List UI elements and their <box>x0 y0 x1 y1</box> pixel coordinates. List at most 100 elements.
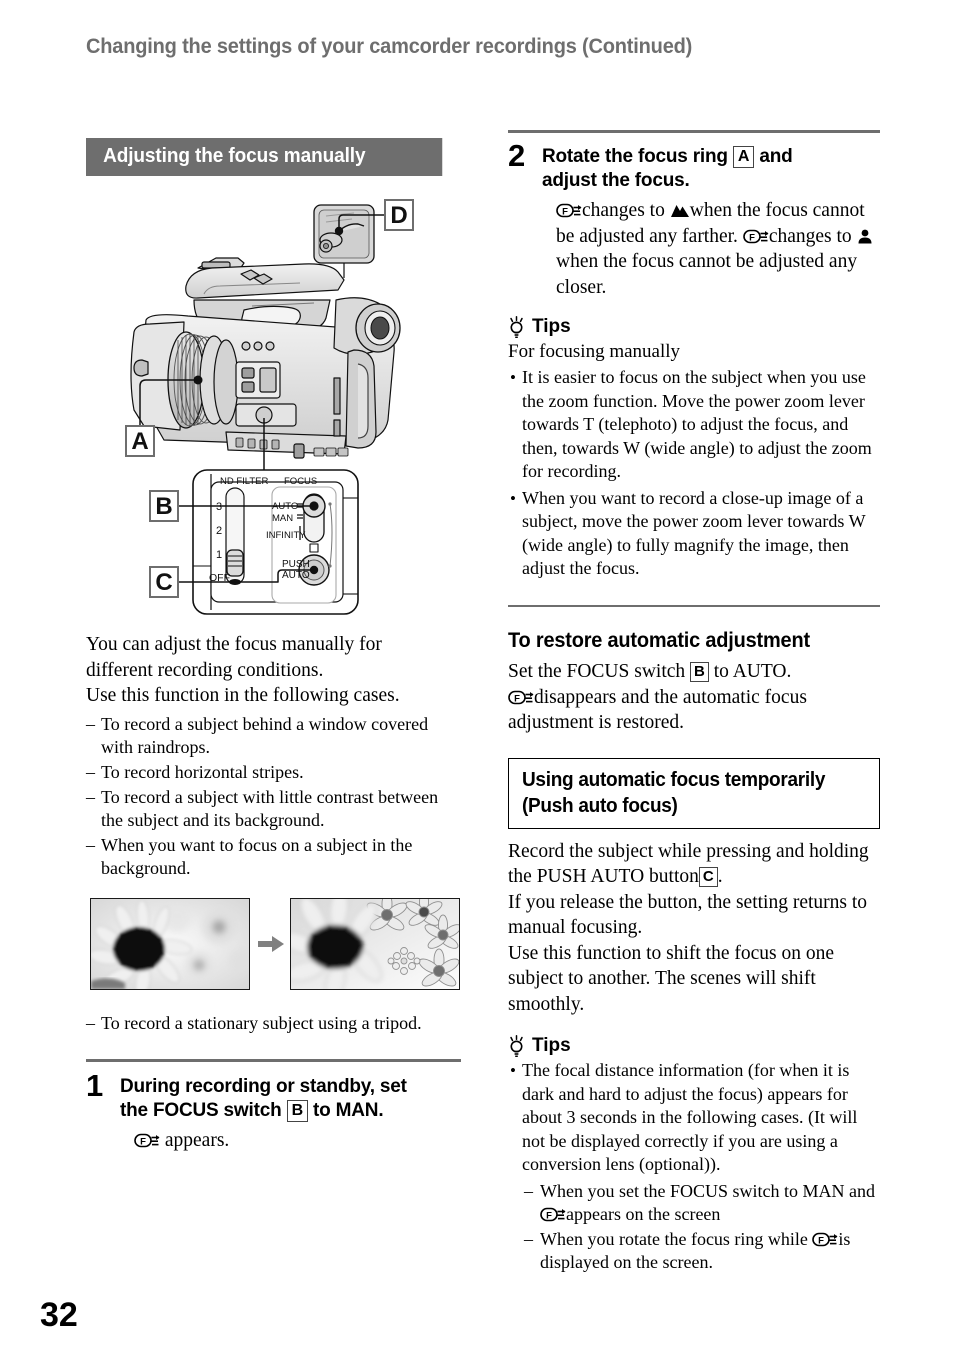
step-1-body: F appears. <box>120 1128 461 1154</box>
svg-text:F: F <box>140 1136 146 1147</box>
tripod-case-list: To record a stationary subject using a t… <box>86 1012 461 1035</box>
tips-2-sub1b: appears on the screen <box>566 1204 721 1224</box>
tips-heading-1: Tips <box>508 316 880 338</box>
key-badge-b: B <box>286 1099 308 1122</box>
lightbulb-icon <box>510 1035 523 1057</box>
key-badge-a: A <box>732 146 755 168</box>
callout-b: B <box>155 493 172 520</box>
step2-divider <box>508 130 880 133</box>
step-2-body-c: changes to <box>768 225 852 247</box>
list-item: To record a stationary subject using a t… <box>86 1012 461 1035</box>
photo-after-focused-flowers <box>290 897 460 990</box>
callout-c: C <box>155 569 172 596</box>
tips-2-sub1a: When you set the FOCUS switch to MAN and <box>540 1180 875 1201</box>
push-auto-heading-line1: Using automatic focus temporarily <box>522 768 826 791</box>
tips-block-1: Tips For focusing manually It is easier … <box>508 316 880 581</box>
manual-focus-icon: F <box>812 1232 838 1246</box>
step-2-body-d: when the focus cannot be adjusted any cl… <box>556 251 858 298</box>
step-1-title-line1: During recording or standby, set <box>120 1075 407 1097</box>
lightbulb-icon <box>510 316 523 338</box>
label-nd-3: 3 <box>216 501 222 513</box>
use-cases-list: To record a subject behind a window cove… <box>86 713 461 880</box>
push-auto-para1b: . <box>717 866 723 887</box>
list-item: When you want to record a close-up image… <box>508 487 880 581</box>
right-arrow-icon <box>258 935 284 952</box>
restore-divider <box>508 604 880 607</box>
camcorder-figure: ND FILTER FOCUS 3 2 1 OFF AUTO MAN INFIN… <box>86 182 461 634</box>
tips-2-list: The focal distance information (for when… <box>508 1059 880 1177</box>
restore-line2: disappears and the automatic focus adjus… <box>508 686 807 734</box>
step-1-title: During recording or standby, set the FOC… <box>120 1075 461 1123</box>
step-1-title-line2a: the FOCUS switch <box>120 1099 282 1121</box>
list-item: To record a subject with little contrast… <box>86 786 461 832</box>
tips-2-sublist: When you set the FOCUS switch to MAN and… <box>524 1180 880 1275</box>
list-item: The focal distance information (for when… <box>508 1059 880 1177</box>
push-auto-heading-line2: (Push auto focus) <box>522 794 678 817</box>
label-man: MAN <box>272 513 293 524</box>
label-infinity: INFINITY <box>266 530 306 541</box>
photo-before-blurred-flower <box>90 897 250 990</box>
manual-focus-icon: F <box>556 203 582 217</box>
list-item: When you set the FOCUS switch to MAN and… <box>524 1180 880 1227</box>
tips-heading-2: Tips <box>508 1035 880 1057</box>
running-head: Changing the settings of your camcorder … <box>86 34 693 58</box>
svg-text:F: F <box>749 232 755 243</box>
label-push: PUSH <box>282 559 310 570</box>
person-closeup-icon <box>858 229 872 243</box>
manual-focus-icon: F <box>743 229 769 243</box>
tips-label-1: Tips <box>532 316 571 337</box>
manual-focus-icon: F <box>508 690 534 704</box>
step-2: 2 Rotate the focus ring A and adjust the… <box>508 140 880 300</box>
label-auto2: AUTO <box>282 570 310 581</box>
tips-2-sub2a: When you rotate the focus ring while <box>540 1228 808 1249</box>
push-auto-body: Record the subject while pressing and ho… <box>508 839 880 1018</box>
intro-line-1: You can adjust the focus manually for <box>86 634 382 655</box>
list-item: When you rotate the focus ring while F i… <box>524 1228 880 1275</box>
step-2-title-part2: and <box>759 146 793 167</box>
key-badge-b: B <box>690 662 709 682</box>
svg-text:F: F <box>819 1235 825 1246</box>
tips-label-2: Tips <box>532 1035 571 1056</box>
step-2-body-a: changes to <box>582 200 665 221</box>
restore-heading: To restore automatic adjustment <box>508 629 810 652</box>
label-nd-filter: ND FILTER <box>220 476 269 487</box>
manual-focus-icon: F <box>134 1133 160 1147</box>
step-1-title-line2b: to MAN. <box>313 1099 384 1121</box>
intro-paragraph: You can adjust the focus manually for di… <box>86 632 461 709</box>
left-column: Adjusting the focus manually ND FILTER F… <box>86 138 461 1153</box>
page-number: 32 <box>40 1296 78 1334</box>
step-2-title-part1: Rotate the focus ring <box>542 146 728 167</box>
label-auto: AUTO <box>272 501 298 512</box>
callout-a: A <box>131 428 148 455</box>
step-2-body: F changes to when the focus cannot be ad… <box>542 198 880 300</box>
step-1: 1 During recording or standby, set the F… <box>86 1070 461 1154</box>
restore-line1a: Set the FOCUS switch <box>508 661 686 682</box>
label-nd-1: 1 <box>216 549 222 561</box>
intro-line-3: Use this function in the following cases… <box>86 685 400 706</box>
tips-block-2: Tips The focal distance information (for… <box>508 1035 880 1275</box>
step1-divider <box>86 1058 461 1062</box>
push-auto-para2: If you release the button, the setting r… <box>508 891 868 939</box>
list-item: To record horizontal stripes. <box>86 761 461 784</box>
camcorder-illustration: ND FILTER FOCUS 3 2 1 OFF AUTO MAN INFIN… <box>125 199 414 615</box>
svg-text:F: F <box>562 206 568 217</box>
restore-body: Set the FOCUS switch B to AUTO. F disapp… <box>508 659 880 736</box>
callout-d: D <box>390 202 407 229</box>
list-item: When you want to focus on a subject in t… <box>86 834 461 880</box>
tips-1-intro: For focusing manually <box>508 341 681 362</box>
mountain-infinity-icon <box>670 205 689 217</box>
step-2-number: 2 <box>508 138 526 173</box>
push-auto-para3: Use this function to shift the focus on … <box>508 942 835 1015</box>
section-title-band: Adjusting the focus manually <box>86 138 443 176</box>
document-page: Changing the settings of your camcorder … <box>0 0 954 1357</box>
focus-comparison-photos <box>86 897 461 990</box>
step-1-body-text: appears. <box>164 1129 230 1151</box>
step-2-title-line2: adjust the focus. <box>542 170 690 191</box>
manual-focus-icon: F <box>540 1207 566 1221</box>
label-nd-2: 2 <box>216 525 222 537</box>
push-auto-heading-box: Using automatic focus temporarily (Push … <box>508 757 880 829</box>
label-nd-off: OFF <box>209 572 230 584</box>
list-item: To record a subject behind a window cove… <box>86 713 461 759</box>
restore-line1b: to AUTO. <box>713 661 792 682</box>
svg-text:F: F <box>514 693 520 704</box>
